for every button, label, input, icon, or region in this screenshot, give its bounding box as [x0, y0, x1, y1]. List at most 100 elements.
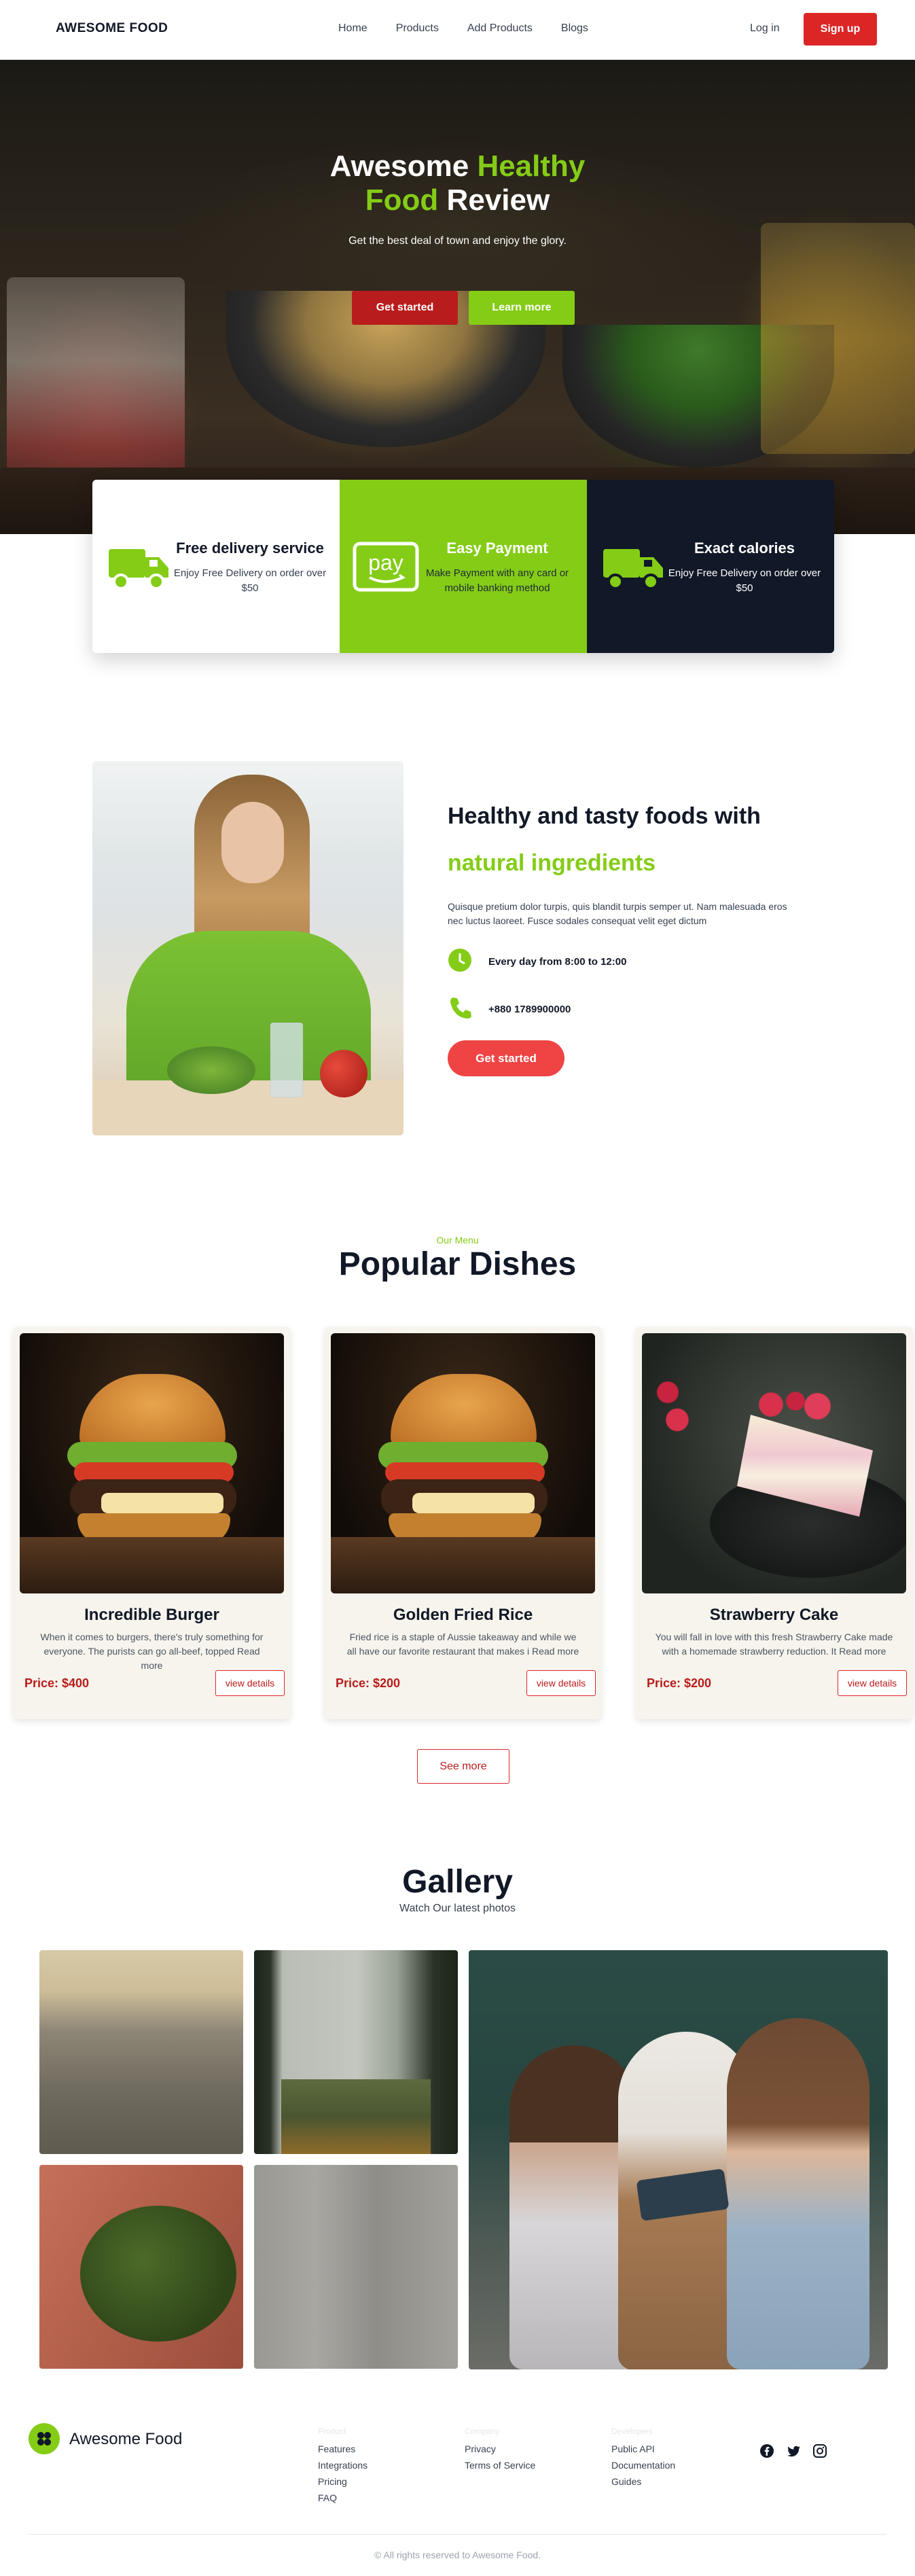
gallery-photo-orange-tree[interactable] [39, 2165, 243, 2369]
phone-icon [448, 995, 472, 1023]
brand-logo[interactable]: AWESOME FOOD [56, 21, 168, 36]
feature-card-calories: Exact calories Enjoy Free Delivery on ord… [587, 480, 834, 653]
hero-title-text: Awesome [329, 149, 478, 183]
phone-info: +880 1789900000 [448, 995, 571, 1023]
footer-link[interactable]: Documentation [611, 2457, 675, 2473]
hero-learn-more-button[interactable]: Learn more [469, 291, 575, 325]
raspberries [751, 1388, 832, 1422]
nav-link-blogs[interactable]: Blogs [561, 22, 588, 35]
dish-name: Incredible Burger [84, 1606, 219, 1624]
footer-link[interactable]: Integrations [318, 2457, 367, 2473]
feature-text: Make Payment with any card or mobile ban… [425, 567, 569, 594]
about-get-started-button[interactable]: Get started [448, 1040, 564, 1076]
footer-column-heading: Company [465, 2427, 500, 2436]
dish-price: Price: $200 [647, 1676, 712, 1690]
hours-info: Every day from 8:00 to 12:00 [448, 948, 626, 975]
wooden-board [331, 1537, 595, 1593]
instagram-icon[interactable] [812, 2443, 827, 2462]
footer-link[interactable]: Privacy [465, 2441, 535, 2457]
copyright: © All rights reserved to Awesome Food. [374, 2549, 541, 2560]
burger-bun-top [79, 1374, 226, 1449]
feature-title: Free delivery service [176, 539, 324, 557]
wooden-board [20, 1537, 284, 1593]
dish-card: Strawberry Cake You will fall in love wi… [636, 1327, 912, 1719]
main-menu: Home Products Add Products Blogs [338, 22, 617, 35]
clock-icon [448, 948, 472, 975]
burger-cheese [412, 1493, 535, 1513]
gallery-title: Gallery [402, 1864, 513, 1900]
salad-bowl [167, 1046, 255, 1094]
dish-description: Fried rice is a staple of Aussie takeawa… [346, 1631, 579, 1657]
hero-title-accent-2: Food [365, 183, 439, 217]
footer-link[interactable]: Terms of Service [465, 2457, 535, 2473]
gallery-photo-city-aerial[interactable] [39, 1950, 243, 2154]
feature-card-delivery: Free delivery service Enjoy Free Delivery… [92, 480, 340, 653]
footer-brand[interactable]: Awesome Food [69, 2430, 182, 2449]
about-paragraph: Quisque pretium dolor turpis, quis bland… [448, 901, 787, 926]
view-details-button[interactable]: view details [526, 1670, 596, 1696]
feature-title: Easy Payment [446, 539, 548, 557]
dish-description: When it comes to burgers, there's truly … [40, 1631, 264, 1671]
facebook-icon[interactable] [759, 2443, 774, 2462]
footer-link[interactable]: Features [318, 2441, 367, 2457]
hero-glass-left [7, 277, 185, 488]
see-more-button[interactable]: See more [417, 1749, 509, 1784]
feature-text: Enjoy Free Delivery on order over $50 [173, 567, 327, 594]
delivery-truck-icon [599, 540, 667, 594]
dish-card: Golden Fried Rice Fried rice is a staple… [325, 1327, 601, 1719]
footer-logo[interactable] [29, 2423, 60, 2454]
view-details-button[interactable]: view details [215, 1670, 285, 1696]
social-links [759, 2443, 827, 2462]
dish-price: Price: $200 [336, 1676, 401, 1690]
red-apple [320, 1050, 367, 1097]
burger-image [331, 1333, 595, 1593]
burger-bun-top [391, 1374, 537, 1449]
hero-glass-right [761, 223, 915, 454]
cross-food-icon [37, 2432, 51, 2446]
features-strip: Free delivery service Enjoy Free Delivery… [92, 480, 834, 653]
dish-card: Incredible Burger When it comes to burge… [14, 1327, 290, 1719]
footer-column-developers: Developers Public API Documentation Guid… [611, 2423, 675, 2490]
woman-eating-salad-image [92, 761, 403, 1135]
feature-title: Exact calories [694, 539, 795, 557]
feature-text: Enjoy Free Delivery on order over $50 [668, 567, 821, 594]
hero-subtitle: Get the best deal of town and enjoy the … [348, 235, 567, 247]
dish-price: Price: $400 [24, 1676, 90, 1690]
twitter-icon[interactable] [786, 2443, 801, 2462]
gallery-photo-concrete-wall[interactable] [254, 2165, 458, 2369]
footer-link[interactable]: Public API [611, 2441, 675, 2457]
login-link[interactable]: Log in [750, 22, 780, 35]
gallery-photo-friends-selfie[interactable] [469, 1950, 888, 2369]
nav-link-products[interactable]: Products [396, 22, 439, 35]
menu-title: Popular Dishes [338, 1246, 577, 1282]
hero-title: Awesome Healthy Food Review [258, 149, 657, 217]
menu-tag: Our Menu [436, 1235, 479, 1246]
footer-link[interactable]: FAQ [318, 2490, 367, 2506]
footer-divider [29, 2534, 886, 2535]
gallery-subtitle: Watch Our latest photos [399, 1903, 516, 1914]
view-details-button[interactable]: view details [838, 1670, 907, 1696]
dish-name: Golden Fried Rice [393, 1606, 533, 1624]
about-heading-accent: natural ingredients [448, 850, 656, 876]
phone-text[interactable]: +880 1789900000 [488, 1004, 571, 1015]
hero-get-started-button[interactable]: Get started [352, 291, 458, 325]
burger-image [20, 1333, 284, 1593]
about-heading: Healthy and tasty foods with [448, 803, 761, 829]
footer-link[interactable]: Pricing [318, 2473, 367, 2490]
gallery-photo-window-view[interactable] [254, 1950, 458, 2154]
tree-foliage [80, 2206, 236, 2342]
svg-text:pay: pay [368, 550, 403, 575]
footer-column-product: Product Features Integrations Pricing FA… [318, 2423, 367, 2506]
dish-name: Strawberry Cake [709, 1606, 839, 1624]
nav-link-home[interactable]: Home [338, 22, 367, 35]
footer-link[interactable]: Guides [611, 2473, 675, 2490]
signup-button[interactable]: Sign up [804, 13, 877, 46]
burger-cheese [101, 1493, 223, 1513]
delivery-truck-icon [105, 540, 173, 594]
woman-face [221, 802, 284, 883]
hours-text: Every day from 8:00 to 12:00 [488, 955, 627, 968]
footer-column-company: Company Privacy Terms of Service [465, 2423, 535, 2473]
footer-column-heading: Product [318, 2427, 346, 2436]
nav-link-add-products[interactable]: Add Products [467, 22, 533, 35]
footer-column-heading: Developers [611, 2427, 653, 2436]
